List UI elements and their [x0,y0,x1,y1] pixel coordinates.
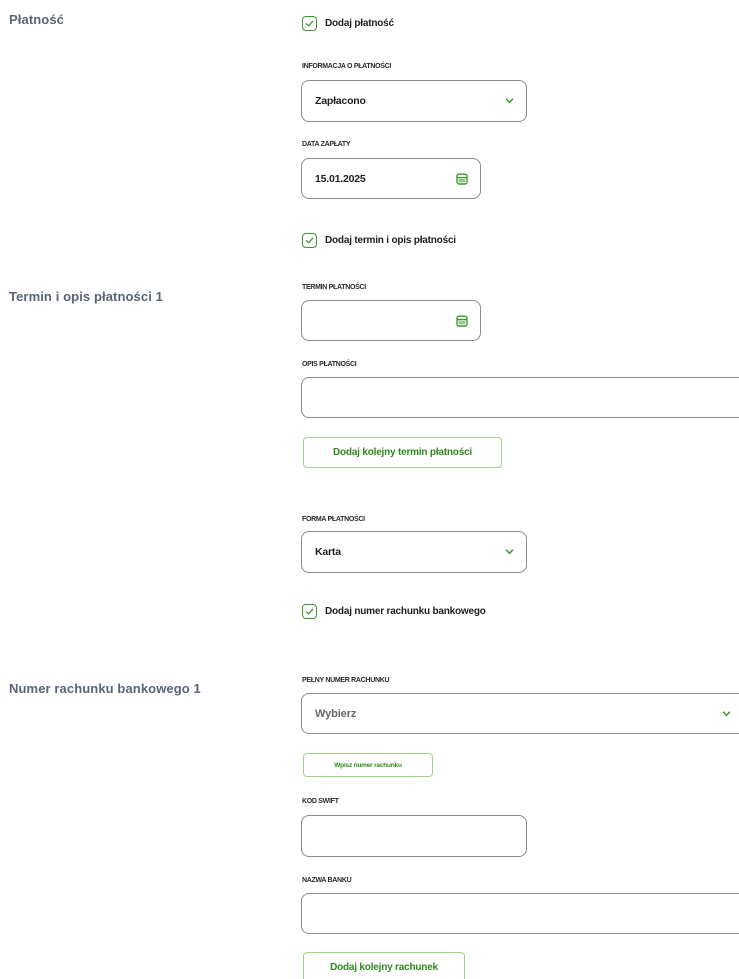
calendar-icon[interactable] [456,315,468,327]
full-number-select[interactable]: Wybierz [301,693,739,734]
swift-input[interactable] [301,815,527,857]
checkmark-icon [305,608,314,614]
section-title-bank-account: Numer rachunku bankowego 1 [9,681,201,696]
description-label: OPIS PŁATNOŚCI [302,361,357,368]
checkmark-icon [305,237,314,243]
invoice-payment-form: Płatność Dodaj płatność INFORMACJA O PŁA… [0,0,739,979]
add-next-account-button[interactable]: Dodaj kolejny rachunek [303,952,465,979]
payment-date-input[interactable]: 15.01.2025 [301,158,481,199]
chevron-down-icon [505,98,514,104]
section-title-payment: Płatność [9,12,64,27]
payment-form-select[interactable]: Karta [301,531,527,573]
add-term-label: Dodaj termin i opis płatności [325,234,456,246]
description-input[interactable] [301,377,739,418]
add-payment-label: Dodaj płatność [325,17,394,29]
chevron-down-icon [722,710,731,716]
payment-form-value: Karta [315,546,341,558]
add-term-checkbox[interactable] [302,232,317,248]
enter-account-number-button[interactable]: Wpisz numer rachunku [303,753,433,777]
bank-name-label: NAZWA BANKU [302,877,352,884]
add-account-checkbox[interactable] [302,603,317,619]
chevron-down-icon [505,549,514,555]
payment-form-label: FORMA PŁATNOŚCI [302,516,365,523]
add-payment-checkbox[interactable] [302,15,317,31]
bank-name-input[interactable] [301,893,739,934]
full-number-placeholder: Wybierz [315,707,357,720]
full-number-label: PEŁNY NUMER RACHUNKU [302,677,390,684]
add-account-checkbox-row[interactable]: Dodaj numer rachunku bankowego [302,601,486,621]
checkmark-icon [305,20,314,26]
due-date-label: TERMIN PŁATNOŚCI [302,284,366,291]
section-title-term: Termin i opis płatności 1 [9,289,163,304]
payment-date-value: 15.01.2025 [315,172,366,185]
payment-info-select[interactable]: Zapłacono [301,80,527,122]
payment-info-label: INFORMACJA O PŁATNOŚCI [302,63,392,70]
payment-info-value: Zapłacono [315,95,366,107]
swift-label: KOD SWIFT [302,798,339,805]
add-term-checkbox-row[interactable]: Dodaj termin i opis płatności [302,230,456,250]
add-payment-checkbox-row[interactable]: Dodaj płatność [302,13,394,33]
calendar-icon[interactable] [456,173,468,185]
add-next-term-button[interactable]: Dodaj kolejny termin płatności [303,437,502,468]
due-date-input[interactable] [301,300,481,341]
add-account-label: Dodaj numer rachunku bankowego [325,605,486,617]
payment-date-label: DATA ZAPŁATY [302,141,351,148]
